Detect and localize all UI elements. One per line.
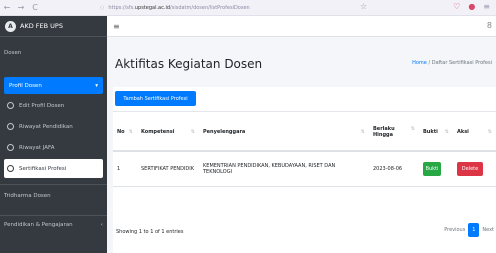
sidebar-subitem-edit-profil[interactable]: Edit Profil Dosen [4, 96, 103, 115]
table-header-row: No ⇅ Kompetensi ⇅ Penyelenggara ⇅ Berlak… [113, 113, 496, 152]
chevron-down-icon: ▾ [95, 82, 98, 89]
content-wrapper: Aktifitas Kegiatan Dosen Home / Daftar S… [107, 37, 496, 253]
page-title: Aktifitas Kegiatan Dosen [115, 57, 263, 71]
bookmark-star-icon[interactable]: ☆ [360, 2, 367, 11]
card-divider [113, 111, 496, 112]
sidebar-subitem-riwayat-jafa[interactable]: Riwayat JAFA [4, 138, 103, 157]
data-card: Tambah Sertifikasi Profesi No ⇅ Kompeten… [113, 87, 496, 253]
cell-berlaku: 2023-08-06 [369, 151, 419, 187]
browser-menu-icon[interactable]: ≡ [483, 2, 490, 11]
hamburger-icon[interactable]: ≡ [113, 22, 120, 31]
top-navbar: ≡ 8 [107, 16, 496, 37]
sidebar-subitem-label: Riwayat JAFA [19, 144, 55, 151]
add-certification-button[interactable]: Tambah Sertifikasi Profesi [115, 91, 196, 106]
reload-icon[interactable]: C [28, 3, 42, 12]
breadcrumb: Home / Daftar Sertifikasi Profesi [412, 60, 492, 66]
user-icon[interactable]: 8 [487, 21, 492, 30]
certification-table: No ⇅ Kompetensi ⇅ Penyelenggara ⇅ Berlak… [113, 113, 496, 187]
brand-logo-icon: A [5, 20, 16, 32]
brand-name: AKD FEB UPS [20, 22, 63, 30]
sidebar: A AKD FEB UPS Dosen Profil Dosen ▾ Edit … [0, 16, 107, 253]
circle-icon [7, 144, 14, 151]
breadcrumb-current: Daftar Sertifikasi Profesi [431, 60, 492, 66]
cell-penyelenggara: KEMENTRIAN PENDIDIKAN, KEBUDAYAAN, RISET… [199, 151, 369, 187]
address-bar[interactable]: ◌ https://sfs.upstegal.ac.id/sisdatm/dos… [100, 2, 400, 14]
table-row: 1 SERTIFIKAT PENDIDIK KEMENTRIAN PENDIDI… [113, 151, 496, 187]
next-page-button[interactable]: Next [482, 227, 494, 233]
breadcrumb-separator: / [428, 60, 431, 66]
pocket-icon[interactable]: ♡ [453, 2, 460, 11]
back-icon[interactable]: ← [0, 3, 14, 12]
cell-bukti: Bukti [419, 151, 453, 187]
chevron-left-icon: ‹ [100, 222, 103, 228]
sidebar-item-profil-dosen[interactable]: Profil Dosen ▾ [4, 77, 103, 94]
bukti-button[interactable]: Bukti [423, 161, 441, 176]
delete-button[interactable]: Delete [457, 161, 483, 176]
sidebar-item-label: Profil Dosen [9, 82, 42, 89]
column-header-bukti[interactable]: Bukti ⇅ [419, 113, 453, 152]
column-header-kompetensi[interactable]: Kompetensi ⇅ [137, 113, 199, 152]
cell-aksi: Delete [453, 151, 496, 187]
sidebar-subitem-label: Riwayat Pendidikan [19, 123, 73, 130]
brand[interactable]: A AKD FEB UPS [0, 16, 107, 37]
shield-icon: ◌ [100, 5, 105, 11]
entries-info: Showing 1 to 1 of 1 entries [116, 229, 184, 235]
circle-icon [7, 102, 14, 109]
column-header-berlaku[interactable]: Berlaku Hingga ⇅ [369, 113, 419, 152]
sidebar-item-label: Pendidikan & Pengajaran [4, 222, 73, 228]
browser-toolbar: ← → C ◌ https://sfs.upstegal.ac.id/sisda… [0, 0, 496, 16]
circle-icon [7, 165, 14, 172]
sidebar-section-label: Dosen [4, 50, 22, 56]
forward-icon[interactable]: → [14, 3, 28, 12]
sidebar-subitem-riwayat-pendidikan[interactable]: Riwayat Pendidikan [4, 117, 103, 136]
previous-page-button[interactable]: Previous [444, 227, 465, 233]
circle-icon [7, 123, 14, 130]
download-icon[interactable]: ● [468, 2, 475, 11]
cell-no: 1 [113, 151, 137, 187]
url-text[interactable]: https://sfs.upstegal.ac.id/sisdatm/dosen… [108, 5, 249, 11]
column-header-aksi[interactable]: Aksi ⇅ [453, 113, 496, 152]
column-header-penyelenggara[interactable]: Penyelenggara ⇅ [199, 113, 369, 152]
sidebar-subitem-label: Edit Profil Dosen [19, 102, 65, 109]
sidebar-subitem-sertifikasi-profesi[interactable]: Sertifikasi Profesi [4, 159, 103, 178]
cell-kompetensi: SERTIFIKAT PENDIDIK [137, 151, 199, 187]
column-header-no[interactable]: No ⇅ [113, 113, 137, 152]
pagination: Previous 1 Next [444, 223, 494, 237]
page-1-button[interactable]: 1 [468, 223, 480, 237]
sidebar-item-pendidikan[interactable]: Pendidikan & Pengajaran ‹ [0, 216, 107, 228]
sidebar-item-tridharma[interactable]: Tridharma Dosen [0, 185, 107, 209]
breadcrumb-home-link[interactable]: Home [412, 60, 427, 66]
sidebar-subitem-label: Sertifikasi Profesi [19, 165, 67, 172]
